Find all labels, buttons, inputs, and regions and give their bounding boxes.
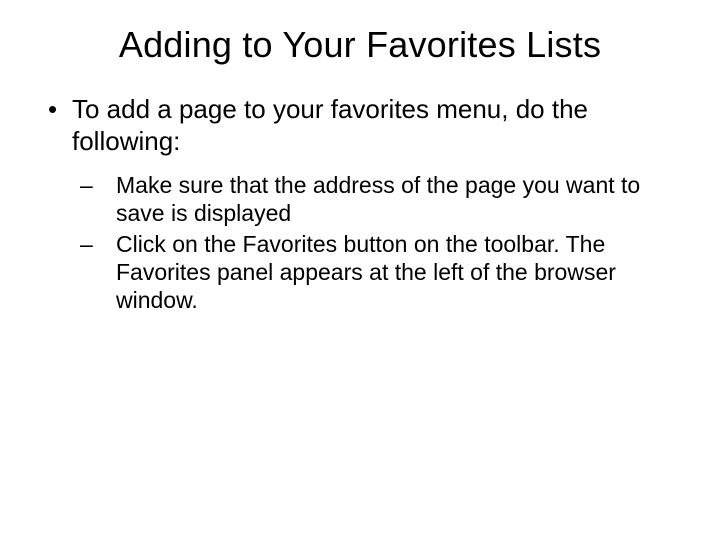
bullet-text: Click on the Favorites button on the too… — [116, 231, 616, 313]
slide: Adding to Your Favorites Lists To add a … — [0, 0, 720, 314]
bullet-level1: To add a page to your favorites menu, do… — [40, 94, 680, 157]
bullet-text: Make sure that the address of the page y… — [116, 172, 640, 226]
bullet-level2-item: –Click on the Favorites button on the to… — [40, 230, 680, 314]
slide-title: Adding to Your Favorites Lists — [40, 24, 680, 66]
bullet-level2-item: –Make sure that the address of the page … — [40, 171, 680, 227]
